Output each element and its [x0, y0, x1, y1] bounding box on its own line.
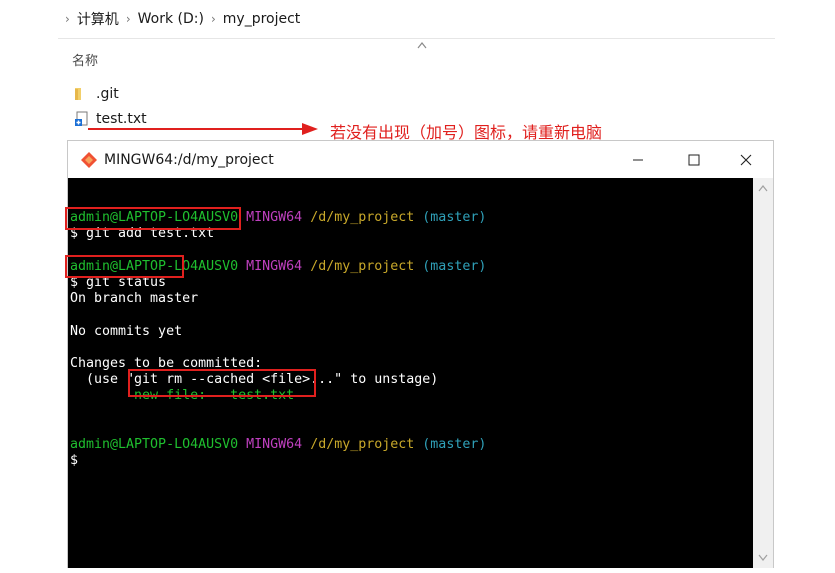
file-name: .git: [96, 86, 119, 102]
minimize-button[interactable]: [615, 141, 661, 178]
output-line: No commits yet: [70, 323, 183, 339]
prompt-path: /d/my_project: [310, 436, 415, 452]
terminal-window[interactable]: MINGW64:/d/my_project admin@LAPTOP-LO4AU…: [67, 140, 774, 568]
prompt-path: /d/my_project: [310, 210, 415, 226]
close-icon: [740, 154, 752, 165]
column-header-name[interactable]: 名称: [72, 50, 98, 69]
chevron-right-icon: ›: [65, 12, 70, 26]
title-bar[interactable]: MINGW64:/d/my_project: [68, 141, 773, 178]
output-line: On branch master: [70, 291, 199, 307]
scrollbar[interactable]: [753, 178, 773, 568]
prompt-env: MINGW64: [246, 210, 303, 226]
git-bash-logo-icon: [81, 151, 97, 168]
scroll-up-icon[interactable]: [758, 184, 768, 192]
prompt-env: MINGW64: [246, 436, 303, 452]
folder-icon: [74, 86, 90, 102]
highlight-box-new-file: [128, 369, 316, 397]
minimize-icon: [633, 159, 643, 160]
prompt-env: MINGW64: [246, 258, 303, 274]
breadcrumb-item-drive[interactable]: Work (D:): [138, 11, 204, 27]
cursor-prompt: $: [70, 453, 79, 469]
breadcrumb-item-folder[interactable]: my_project: [223, 11, 301, 27]
prompt-branch: (master): [422, 210, 487, 226]
chevron-right-icon: ›: [125, 12, 131, 26]
maximize-icon: [688, 154, 700, 165]
highlight-box-git-add: [65, 207, 241, 230]
prompt-branch: (master): [422, 258, 487, 274]
sort-up-icon[interactable]: [417, 41, 427, 49]
scroll-down-icon[interactable]: [758, 554, 768, 562]
window-title: MINGW64:/d/my_project: [104, 151, 274, 168]
maximize-button[interactable]: [671, 141, 717, 178]
annotation-arrow: [88, 123, 318, 135]
breadcrumb: › 计算机 › Work (D:) › my_project: [58, 0, 775, 39]
chevron-right-icon: ›: [210, 12, 216, 26]
prompt-branch: (master): [422, 436, 487, 452]
prompt-user-host: admin@LAPTOP-LO4AUSV0: [70, 436, 239, 452]
breadcrumb-item-computer[interactable]: 计算机: [77, 9, 119, 29]
list-item-git-folder[interactable]: .git: [74, 86, 119, 102]
close-button[interactable]: [723, 141, 769, 178]
highlight-box-git-status: [65, 255, 184, 278]
prompt-path: /d/my_project: [310, 258, 415, 274]
